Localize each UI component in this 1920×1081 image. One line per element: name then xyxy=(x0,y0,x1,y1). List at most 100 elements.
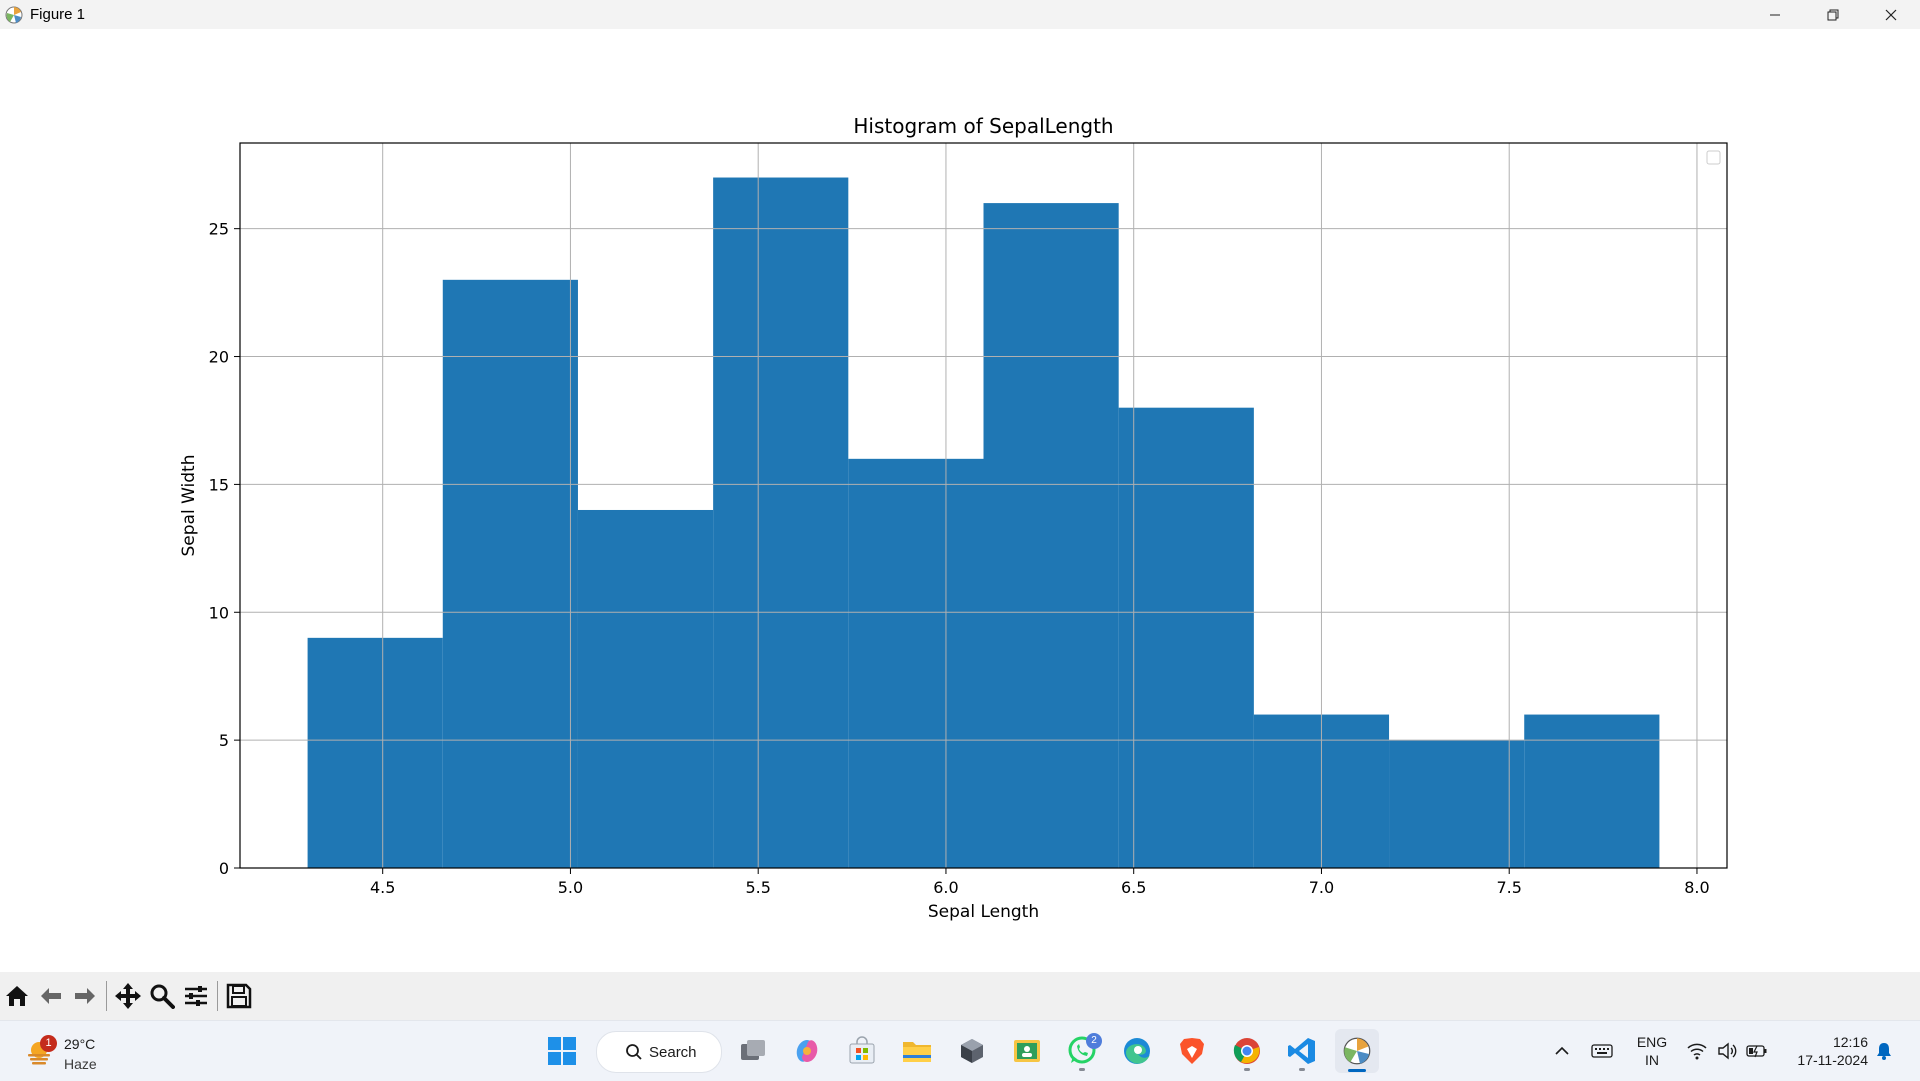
brave-button[interactable] xyxy=(1170,1029,1214,1073)
battery-button[interactable] xyxy=(1745,1039,1769,1063)
configure-subplots-button[interactable] xyxy=(179,979,213,1013)
forward-icon xyxy=(75,988,95,1004)
running-indicator xyxy=(1299,1068,1305,1071)
copilot-button[interactable] xyxy=(785,1029,829,1073)
running-indicator xyxy=(1079,1068,1085,1071)
histogram-bar xyxy=(307,637,443,868)
zoom-button[interactable] xyxy=(145,979,179,1013)
vscode-button[interactable] xyxy=(1280,1029,1324,1073)
bell-icon xyxy=(1877,1043,1891,1060)
configure-subplots-icon xyxy=(185,986,207,1006)
histogram-bar xyxy=(442,279,578,868)
start-button[interactable] xyxy=(540,1029,584,1073)
weather-notification-badge: 1 xyxy=(40,1035,57,1052)
copilot-icon xyxy=(796,1040,818,1062)
weather-condition: Haze xyxy=(64,1056,97,1072)
microsoft-store-button[interactable] xyxy=(840,1029,884,1073)
y-tick-label: 10 xyxy=(209,603,229,622)
navigation-toolbar xyxy=(0,972,1920,1020)
back-icon xyxy=(41,988,61,1004)
x-tick-label: 5.0 xyxy=(558,878,583,897)
legend-box xyxy=(1706,150,1721,165)
active-indicator xyxy=(1348,1069,1366,1072)
histogram-bar xyxy=(1389,740,1525,868)
x-tick-label: 6.5 xyxy=(1121,878,1146,897)
running-indicator xyxy=(1244,1068,1250,1071)
whatsapp-button[interactable]: 2 xyxy=(1060,1029,1104,1073)
restore-button[interactable] xyxy=(1804,0,1862,29)
minimize-button[interactable] xyxy=(1746,0,1804,29)
window-controls xyxy=(1746,0,1920,29)
zoom-icon xyxy=(150,984,175,1009)
vscode-icon xyxy=(1288,1038,1315,1064)
y-tick-label: 5 xyxy=(219,731,229,750)
weather-temperature: 29°C xyxy=(64,1036,96,1052)
x-ticks-group: 4.5 5.0 5.5 6.0 6.5 7.0 7.5 8.0 xyxy=(370,868,1710,897)
keyboard-icon xyxy=(1591,1044,1613,1058)
y-axis-label: Sepal Width xyxy=(179,455,199,557)
show-hidden-icons-button[interactable] xyxy=(1550,1039,1574,1063)
microsoft-store-icon xyxy=(849,1036,875,1064)
histogram-bar xyxy=(1118,407,1254,868)
y-tick-label: 20 xyxy=(209,348,229,367)
save-icon xyxy=(226,983,252,1009)
save-button[interactable] xyxy=(222,979,256,1013)
x-tick-label: 4.5 xyxy=(370,878,395,897)
network-button[interactable] xyxy=(1685,1039,1709,1063)
bars-group xyxy=(307,177,1660,869)
app-cube-button[interactable] xyxy=(950,1029,994,1073)
notifications-button[interactable] xyxy=(1872,1039,1896,1063)
back-button[interactable] xyxy=(34,979,68,1013)
x-tick-label: 8.0 xyxy=(1684,878,1709,897)
cube-app-icon xyxy=(961,1039,983,1063)
chart-title: Histogram of SepalLength xyxy=(853,114,1113,138)
volume-button[interactable] xyxy=(1715,1039,1739,1063)
x-tick-label: 6.0 xyxy=(933,878,958,897)
x-tick-label: 7.0 xyxy=(1309,878,1334,897)
whatsapp-badge: 2 xyxy=(1086,1033,1102,1049)
forward-button[interactable] xyxy=(68,979,102,1013)
histogram-bar xyxy=(1524,714,1660,868)
close-button[interactable] xyxy=(1862,0,1920,29)
x-tick-label: 5.5 xyxy=(745,878,770,897)
x-tick-label: 7.5 xyxy=(1496,878,1521,897)
minimize-icon xyxy=(1770,14,1780,15)
chrome-button[interactable] xyxy=(1225,1029,1269,1073)
windows-taskbar: 1 29°C Haze Search 2 ENG IN 12:16 17-11-… xyxy=(0,1020,1920,1081)
toolbar-separator xyxy=(106,981,107,1011)
window-title: Figure 1 xyxy=(30,6,86,23)
matplotlib-figure-button[interactable] xyxy=(1335,1029,1379,1073)
search-label: Search xyxy=(649,1043,697,1061)
pan-button[interactable] xyxy=(111,979,145,1013)
histogram-bar xyxy=(713,177,849,868)
home-button[interactable] xyxy=(0,979,34,1013)
edge-button[interactable] xyxy=(1115,1029,1159,1073)
histogram-bar xyxy=(848,458,984,868)
x-axis-label: Sepal Length xyxy=(928,902,1039,922)
title-bar: Figure 1 xyxy=(0,0,1920,29)
restore-icon xyxy=(1827,9,1839,20)
task-view-button[interactable] xyxy=(731,1029,775,1073)
clock-date: 17-11-2024 xyxy=(1797,1052,1868,1068)
file-explorer-button[interactable] xyxy=(895,1029,939,1073)
taskbar-search[interactable]: Search xyxy=(596,1031,722,1073)
matplotlib-icon xyxy=(1343,1037,1371,1065)
chevron-up-icon xyxy=(1555,1046,1569,1055)
language-code: ENG xyxy=(1636,1034,1668,1050)
language-indicator[interactable]: ENG IN xyxy=(1632,1033,1672,1069)
clock-time: 12:16 xyxy=(1832,1034,1868,1050)
y-tick-label: 25 xyxy=(209,220,229,239)
pan-icon xyxy=(115,983,141,1009)
file-explorer-icon xyxy=(903,1042,931,1062)
weather-widget[interactable]: 1 29°C Haze xyxy=(22,1029,142,1073)
figure-canvas[interactable]: 4.5 5.0 5.5 6.0 6.5 7.0 7.5 8.0 0 5 10 15 20 25 Hist… xyxy=(0,29,1920,972)
taskbar-clock[interactable]: 12:16 17-11-2024 xyxy=(1778,1033,1868,1069)
touch-keyboard-button[interactable] xyxy=(1590,1039,1614,1063)
histogram-bar xyxy=(983,203,1119,869)
classroom-button[interactable] xyxy=(1005,1029,1049,1073)
close-icon xyxy=(1885,9,1897,20)
home-icon xyxy=(6,986,28,1006)
brave-icon xyxy=(1180,1038,1204,1064)
matplotlib-icon xyxy=(5,6,23,23)
language-region: IN xyxy=(1645,1052,1659,1068)
